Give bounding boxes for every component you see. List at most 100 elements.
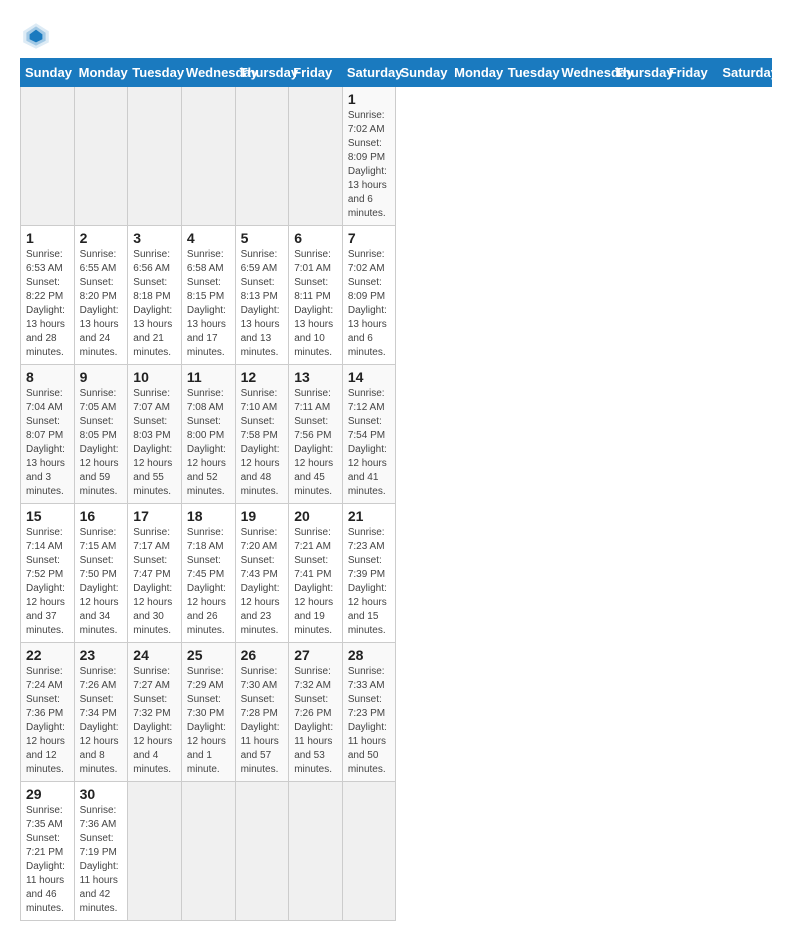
sunrise-text: Sunrise: 7:27 AM	[133, 665, 176, 693]
day-number: 5	[241, 230, 284, 246]
sunrise-text: Sunrise: 6:53 AM	[26, 248, 69, 276]
sunset-text: Sunset: 7:34 PM	[80, 693, 123, 721]
cell-content: Sunrise: 6:55 AMSunset: 8:20 PMDaylight:…	[80, 248, 123, 360]
daylight-text: Daylight: 11 hours and 53 minutes.	[294, 721, 337, 777]
calendar-cell: 17Sunrise: 7:17 AMSunset: 7:47 PMDayligh…	[128, 504, 182, 643]
calendar-cell: 26Sunrise: 7:30 AMSunset: 7:28 PMDayligh…	[235, 643, 289, 782]
calendar-week-1: 1Sunrise: 7:02 AMSunset: 8:09 PMDaylight…	[21, 87, 772, 226]
daylight-text: Daylight: 12 hours and 4 minutes.	[133, 721, 176, 777]
daylight-text: Daylight: 12 hours and 12 minutes.	[26, 721, 69, 777]
day-number: 30	[80, 786, 123, 802]
daylight-text: Daylight: 12 hours and 23 minutes.	[241, 582, 284, 638]
sunrise-text: Sunrise: 7:08 AM	[187, 387, 230, 415]
cell-content: Sunrise: 7:33 AMSunset: 7:23 PMDaylight:…	[348, 665, 391, 777]
calendar-cell: 2Sunrise: 6:55 AMSunset: 8:20 PMDaylight…	[74, 226, 128, 365]
daylight-text: Daylight: 12 hours and 55 minutes.	[133, 443, 176, 499]
calendar-cell: 10Sunrise: 7:07 AMSunset: 8:03 PMDayligh…	[128, 365, 182, 504]
sunrise-text: Sunrise: 7:02 AM	[348, 248, 391, 276]
cell-content: Sunrise: 7:27 AMSunset: 7:32 PMDaylight:…	[133, 665, 176, 777]
cell-content: Sunrise: 7:36 AMSunset: 7:19 PMDaylight:…	[80, 804, 123, 916]
calendar-table: SundayMondayTuesdayWednesdayThursdayFrid…	[20, 58, 772, 921]
day-number: 3	[133, 230, 176, 246]
sunset-text: Sunset: 7:32 PM	[133, 693, 176, 721]
daylight-text: Daylight: 12 hours and 1 minute.	[187, 721, 230, 777]
sunrise-text: Sunrise: 7:01 AM	[294, 248, 337, 276]
daylight-text: Daylight: 12 hours and 26 minutes.	[187, 582, 230, 638]
cell-content: Sunrise: 7:32 AMSunset: 7:26 PMDaylight:…	[294, 665, 337, 777]
calendar-cell: 13Sunrise: 7:11 AMSunset: 7:56 PMDayligh…	[289, 365, 343, 504]
calendar-week-6: 29Sunrise: 7:35 AMSunset: 7:21 PMDayligh…	[21, 782, 772, 921]
calendar-cell: 25Sunrise: 7:29 AMSunset: 7:30 PMDayligh…	[181, 643, 235, 782]
calendar-cell: 30 Sunrise: 7:36 AMSunset: 7:19 PMDayligh…	[74, 782, 128, 921]
calendar-cell: 16Sunrise: 7:15 AMSunset: 7:50 PMDayligh…	[74, 504, 128, 643]
calendar-cell: 4Sunrise: 6:58 AMSunset: 8:15 PMDaylight…	[181, 226, 235, 365]
sunset-text: Sunset: 7:58 PM	[241, 415, 284, 443]
calendar-cell: 29Sunrise: 7:35 AMSunset: 7:21 PMDayligh…	[21, 782, 75, 921]
sunset-text: Sunset: 7:56 PM	[294, 415, 337, 443]
calendar-cell	[342, 782, 396, 921]
calendar-cell: 22Sunrise: 7:24 AMSunset: 7:36 PMDayligh…	[21, 643, 75, 782]
sunset-text: Sunset: 8:18 PM	[133, 276, 176, 304]
cell-content: Sunrise: 7:17 AMSunset: 7:47 PMDaylight:…	[133, 526, 176, 638]
calendar-cell	[181, 87, 235, 226]
sunset-text: Sunset: 7:23 PM	[348, 693, 391, 721]
day-header-saturday: Saturday	[342, 59, 396, 87]
day-header-monday: Monday	[450, 59, 504, 87]
daylight-text: Daylight: 13 hours and 24 minutes.	[80, 304, 123, 360]
calendar-cell: 27Sunrise: 7:32 AMSunset: 7:26 PMDayligh…	[289, 643, 343, 782]
sunrise-text: Sunrise: 6:56 AM	[133, 248, 176, 276]
calendar-cell	[21, 87, 75, 226]
day-header-thursday: Thursday	[235, 59, 289, 87]
daylight-text: Daylight: 13 hours and 17 minutes.	[187, 304, 230, 360]
sunrise-text: Sunrise: 7:10 AM	[241, 387, 284, 415]
calendar-week-2: 1Sunrise: 6:53 AMSunset: 8:22 PMDaylight…	[21, 226, 772, 365]
day-number: 23	[80, 647, 123, 663]
sunrise-text: Sunrise: 7:17 AM	[133, 526, 176, 554]
cell-content: Sunrise: 7:04 AMSunset: 8:07 PMDaylight:…	[26, 387, 69, 499]
sunset-text: Sunset: 8:00 PM	[187, 415, 230, 443]
cell-content: Sunrise: 7:08 AMSunset: 8:00 PMDaylight:…	[187, 387, 230, 499]
cell-content: Sunrise: 7:07 AMSunset: 8:03 PMDaylight:…	[133, 387, 176, 499]
cell-content: Sunrise: 7:12 AMSunset: 7:54 PMDaylight:…	[348, 387, 391, 499]
day-header-tuesday: Tuesday	[503, 59, 557, 87]
sunset-text: Sunset: 8:13 PM	[241, 276, 284, 304]
day-number: 29	[26, 786, 69, 802]
sunset-text: Sunset: 8:22 PM	[26, 276, 69, 304]
daylight-text: Daylight: 13 hours and 10 minutes.	[294, 304, 337, 360]
sunset-text: Sunset: 8:03 PM	[133, 415, 176, 443]
cell-content: Sunrise: 7:23 AMSunset: 7:39 PMDaylight:…	[348, 526, 391, 638]
calendar-week-3: 8Sunrise: 7:04 AMSunset: 8:07 PMDaylight…	[21, 365, 772, 504]
cell-content: Sunrise: 7:02 AMSunset: 8:09 PMDaylight:…	[348, 248, 391, 360]
calendar-week-5: 22Sunrise: 7:24 AMSunset: 7:36 PMDayligh…	[21, 643, 772, 782]
daylight-text: Daylight: 13 hours and 3 minutes.	[26, 443, 69, 499]
day-number: 19	[241, 508, 284, 524]
calendar-cell: 23Sunrise: 7:26 AMSunset: 7:34 PMDayligh…	[74, 643, 128, 782]
day-number: 25	[187, 647, 230, 663]
daylight-text: Daylight: 11 hours and 46 minutes.	[26, 860, 69, 916]
day-header-saturday: Saturday	[718, 59, 772, 87]
day-number: 6	[294, 230, 337, 246]
calendar-cell: 21Sunrise: 7:23 AMSunset: 7:39 PMDayligh…	[342, 504, 396, 643]
daylight-text: Daylight: 13 hours and 6 minutes.	[348, 165, 391, 221]
sunrise-text: Sunrise: 7:32 AM	[294, 665, 337, 693]
sunset-text: Sunset: 7:47 PM	[133, 554, 176, 582]
day-number: 4	[187, 230, 230, 246]
daylight-text: Daylight: 13 hours and 13 minutes.	[241, 304, 284, 360]
sunset-text: Sunset: 8:20 PM	[80, 276, 123, 304]
sunrise-text: Sunrise: 7:30 AM	[241, 665, 284, 693]
daylight-text: Daylight: 13 hours and 28 minutes.	[26, 304, 69, 360]
daylight-text: Daylight: 13 hours and 6 minutes.	[348, 304, 391, 360]
cell-content: Sunrise: 7:10 AMSunset: 7:58 PMDaylight:…	[241, 387, 284, 499]
day-number: 7	[348, 230, 391, 246]
calendar-cell	[235, 87, 289, 226]
sunset-text: Sunset: 8:09 PM	[348, 276, 391, 304]
sunrise-text: Sunrise: 7:14 AM	[26, 526, 69, 554]
day-number: 14	[348, 369, 391, 385]
cell-content: Sunrise: 7:30 AMSunset: 7:28 PMDaylight:…	[241, 665, 284, 777]
sunrise-text: Sunrise: 7:33 AM	[348, 665, 391, 693]
daylight-text: Daylight: 12 hours and 15 minutes.	[348, 582, 391, 638]
calendar-cell	[289, 782, 343, 921]
calendar-cell: 18Sunrise: 7:18 AMSunset: 7:45 PMDayligh…	[181, 504, 235, 643]
cell-content: Sunrise: 7:02 AMSunset: 8:09 PMDaylight:…	[348, 109, 391, 221]
sunrise-text: Sunrise: 7:15 AM	[80, 526, 123, 554]
